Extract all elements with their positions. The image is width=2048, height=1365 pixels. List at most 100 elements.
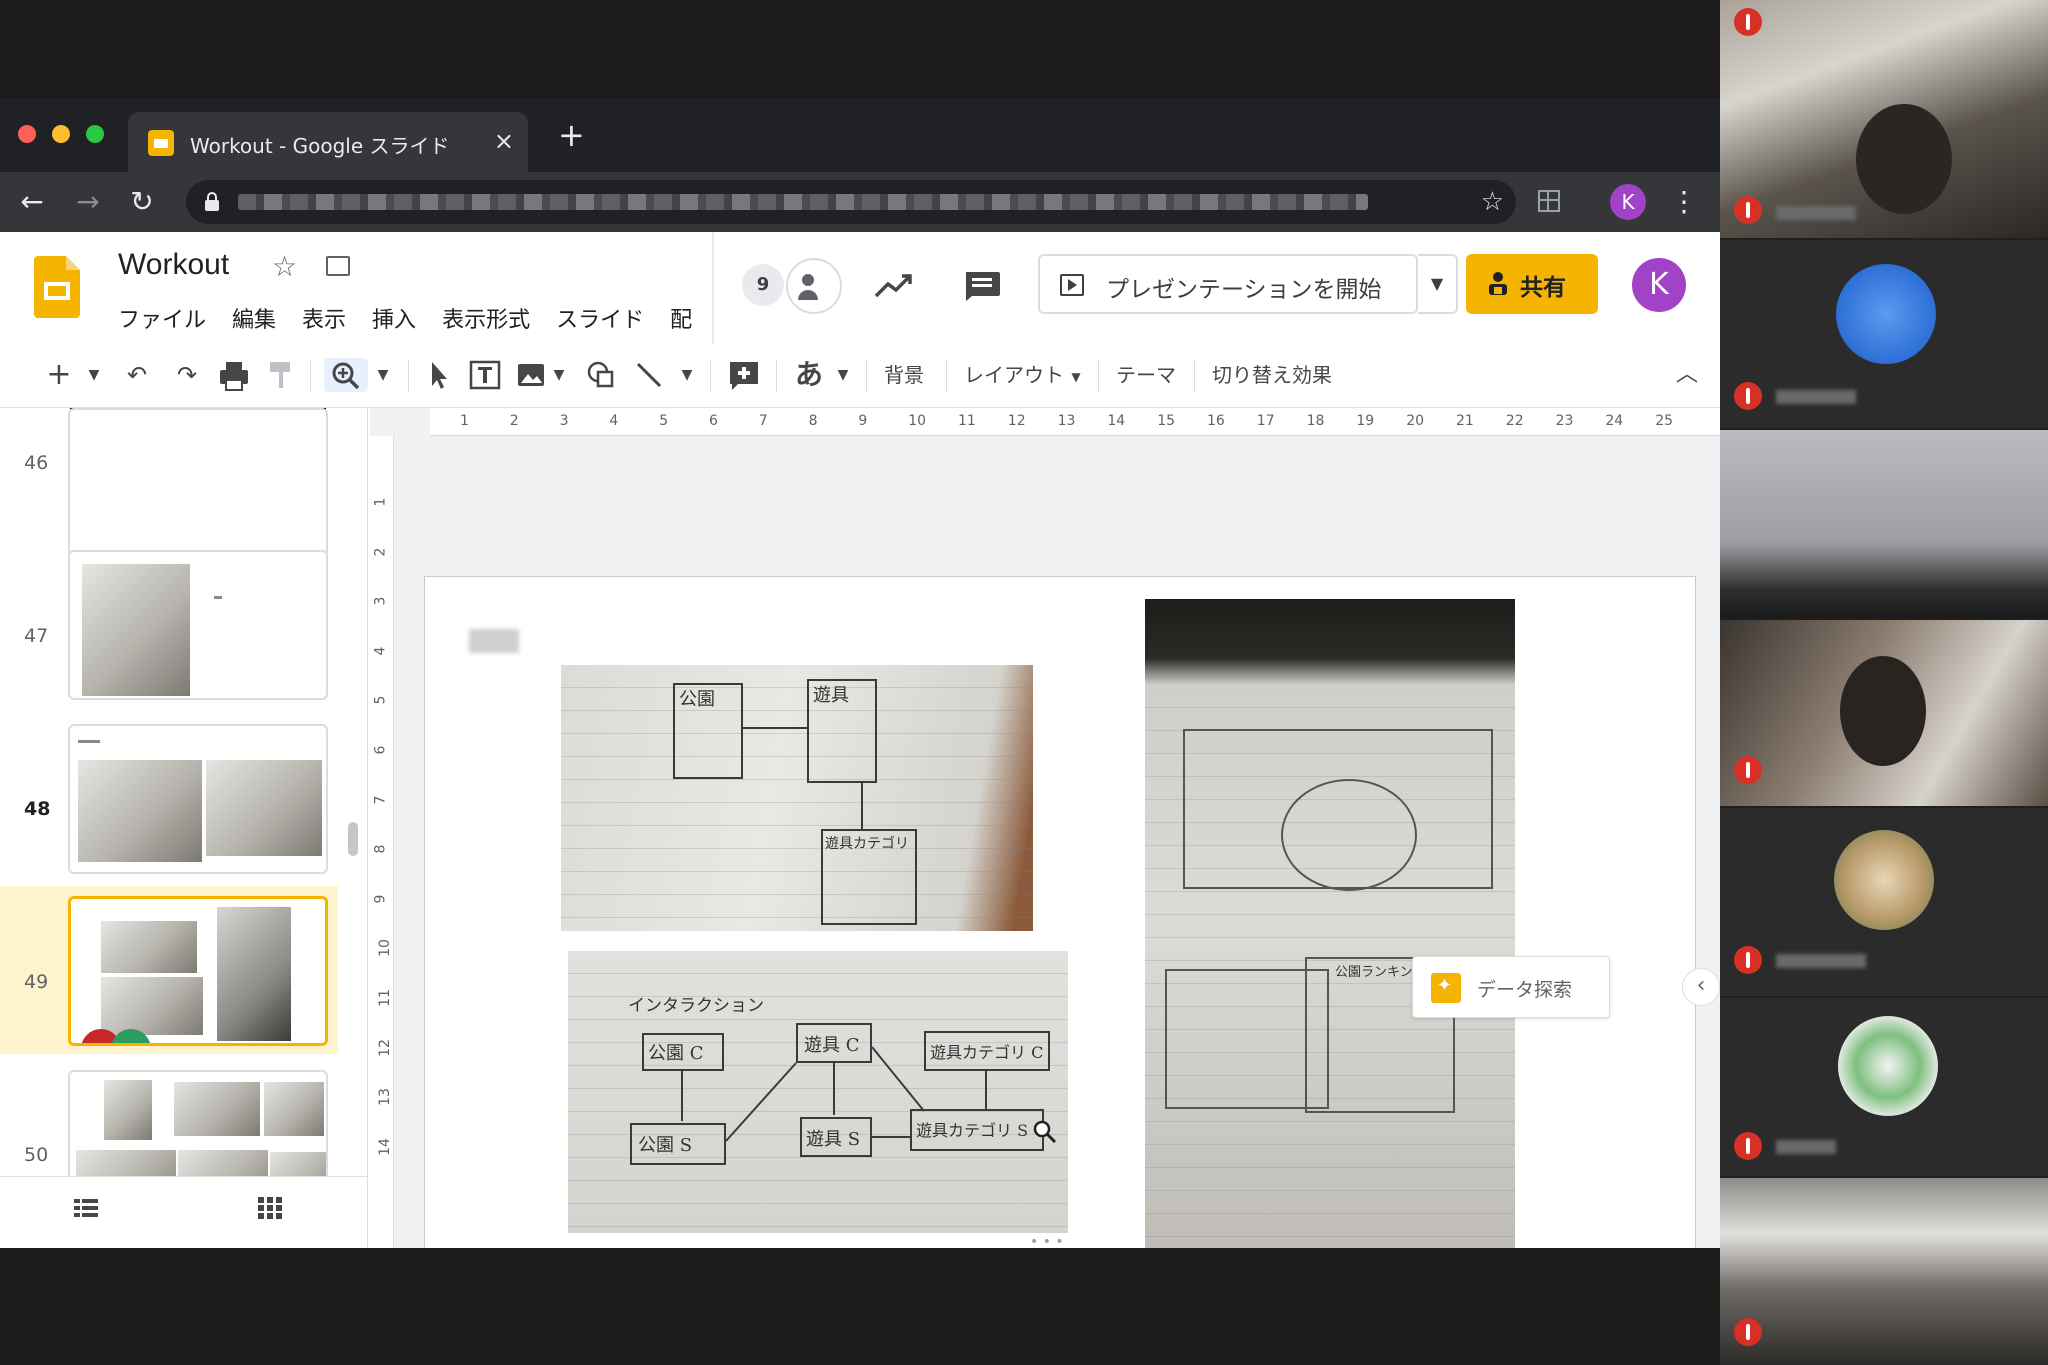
input-tools-button[interactable]: あ <box>792 358 826 392</box>
ruler-tick-label: 9 <box>372 894 389 904</box>
toolbar-divider <box>1098 360 1099 392</box>
ruler-tick-label: 1 <box>460 413 469 429</box>
browser-tab[interactable]: Workout - Google スライド × <box>128 112 528 172</box>
slide-number: 46 <box>24 452 49 474</box>
grid-view-icon[interactable] <box>258 1197 282 1219</box>
shape-icon[interactable] <box>584 358 618 392</box>
paint-format-icon[interactable] <box>266 358 296 392</box>
sketch-photo-screens[interactable]: 公園ランキング <box>1145 599 1515 1248</box>
mic-off-icon <box>1734 1132 1762 1160</box>
participant-video-tile[interactable] <box>1720 998 2048 1176</box>
thumbnail-photo <box>264 1082 324 1136</box>
sketch-connector <box>743 727 807 729</box>
list-view-icon[interactable] <box>74 1199 98 1217</box>
tab-close-button[interactable]: × <box>494 126 514 156</box>
star-icon[interactable]: ☆ <box>272 250 297 283</box>
line-dropdown-icon[interactable]: ▼ <box>678 358 696 392</box>
redo-icon[interactable]: ↷ <box>170 358 204 392</box>
collapse-toolbar-icon[interactable]: ︿ <box>1672 358 1702 392</box>
print-icon[interactable] <box>218 358 250 392</box>
move-to-folder-icon[interactable] <box>326 256 350 276</box>
zoom-icon[interactable] <box>324 358 368 392</box>
sketch-photo-interaction[interactable]: インタラクション 公園 C 遊具 C 遊具カテゴリ C 公園 S 遊具 S 遊具… <box>568 951 1068 1233</box>
participant-video-tile[interactable] <box>1720 1178 2048 1365</box>
sketch-photo-models[interactable]: 公園 遊具 遊具カテゴリ <box>561 665 1033 931</box>
close-window-button[interactable] <box>18 125 36 143</box>
ruler-tick-label: 17 <box>1256 413 1275 429</box>
slide-thumbnail-46[interactable] <box>68 550 328 700</box>
explore-label: データ探索 <box>1477 979 1573 1001</box>
slide-thumbnail-48[interactable] <box>68 896 328 1046</box>
participant-video-tile[interactable] <box>1720 620 2048 806</box>
ruler-tick-label: 1 <box>372 497 389 507</box>
comment-history-icon[interactable] <box>962 270 1002 302</box>
share-button[interactable]: 共有 <box>1466 254 1598 314</box>
document-title[interactable]: Workout <box>118 248 229 282</box>
slide-thumbnail-47[interactable] <box>68 724 328 874</box>
text-box-icon[interactable] <box>468 358 502 392</box>
line-icon[interactable] <box>634 358 664 392</box>
filmstrip-scrollbar[interactable] <box>348 822 358 856</box>
forward-button[interactable]: → <box>68 182 108 222</box>
layout-button[interactable]: レイアウト <box>964 360 1064 390</box>
participant-video-tile[interactable] <box>1720 430 2048 618</box>
menu-insert[interactable]: 挿入 <box>372 302 416 334</box>
theme-button[interactable]: テーマ <box>1116 360 1176 390</box>
new-tab-button[interactable]: + <box>558 118 585 152</box>
insert-image-icon[interactable] <box>516 358 546 392</box>
new-slide-dropdown-icon[interactable]: ▼ <box>84 358 104 392</box>
vertical-ruler[interactable]: 1 2 3 4 5 6 7 8 9 10 11 12 13 14 <box>370 436 394 1248</box>
side-panel-toggle-icon[interactable]: ‹ <box>1682 968 1720 1006</box>
reload-button[interactable]: ↻ <box>122 182 162 222</box>
address-bar[interactable]: ☆ <box>186 180 1516 224</box>
menu-edit[interactable]: 編集 <box>232 302 276 334</box>
menu-file[interactable]: ファイル <box>118 302 206 334</box>
slide-thumbnail-46[interactable] <box>68 408 328 558</box>
ruler-tick-label: 7 <box>758 413 768 429</box>
participant-video-tile[interactable] <box>1720 240 2048 428</box>
bookmark-star-icon[interactable]: ☆ <box>1481 186 1504 218</box>
account-avatar[interactable]: K <box>1632 258 1686 312</box>
zoom-window-button[interactable] <box>86 125 104 143</box>
transition-button[interactable]: 切り替え効果 <box>1212 360 1332 390</box>
ruler-tick-label: 25 <box>1655 413 1674 429</box>
add-comment-icon[interactable] <box>728 358 760 392</box>
browser-profile-avatar[interactable]: K <box>1610 184 1646 220</box>
slides-logo-icon[interactable] <box>34 256 80 318</box>
select-cursor-icon[interactable] <box>424 358 452 392</box>
ruler-tick-label: 5 <box>372 695 389 705</box>
menu-slide[interactable]: スライド <box>556 302 644 334</box>
menu-format[interactable]: 表示形式 <box>442 302 530 334</box>
viewer-count-badge: 9 <box>742 264 784 306</box>
input-tools-dropdown-icon[interactable]: ▼ <box>834 358 852 392</box>
speaker-notes-handle[interactable]: • • • <box>1030 1234 1064 1248</box>
thumbnail-photo <box>82 564 190 696</box>
participant-video-tile[interactable] <box>1720 0 2048 238</box>
undo-icon[interactable]: ↶ <box>120 358 154 392</box>
zoom-dropdown-icon[interactable]: ▼ <box>374 358 392 392</box>
ruler-tick-label: 4 <box>609 413 619 429</box>
browser-menu-icon[interactable]: ⋮ <box>1670 182 1698 222</box>
url-text-blurred <box>238 194 1368 210</box>
background-button[interactable]: 背景 <box>884 360 924 390</box>
sketch-connector <box>861 783 863 829</box>
horizontal-ruler[interactable]: 1 2 3 4 5 6 7 8 9 10 11 12 13 14 15 16 17 18 19 20 21 22 23 24 2… <box>430 408 1720 436</box>
layout-dropdown-icon[interactable]: ▼ <box>1068 360 1084 394</box>
minimize-window-button[interactable] <box>52 125 70 143</box>
back-button[interactable]: ← <box>12 182 52 222</box>
current-slide[interactable]: 公園 遊具 遊具カテゴリ インタラクション 公園 C 遊具 C 遊具カテゴリ C… <box>424 576 1696 1248</box>
extensions-icon[interactable] <box>1538 190 1560 212</box>
image-dropdown-icon[interactable]: ▼ <box>550 358 568 392</box>
participant-video-tile[interactable] <box>1720 808 2048 996</box>
present-button[interactable]: プレゼンテーションを開始 <box>1038 254 1418 314</box>
explore-button[interactable]: データ探索 <box>1412 956 1610 1018</box>
present-options-dropdown[interactable]: ▼ <box>1418 254 1458 314</box>
lock-icon <box>205 192 219 211</box>
activity-dashboard-icon[interactable] <box>874 270 914 300</box>
active-viewers[interactable]: 9 <box>742 258 848 314</box>
share-label: 共有 <box>1520 275 1566 301</box>
toolbar-divider <box>946 360 947 392</box>
new-slide-icon[interactable]: + <box>44 358 74 392</box>
menu-arrange[interactable]: 配 <box>670 302 692 334</box>
menu-view[interactable]: 表示 <box>302 302 346 334</box>
